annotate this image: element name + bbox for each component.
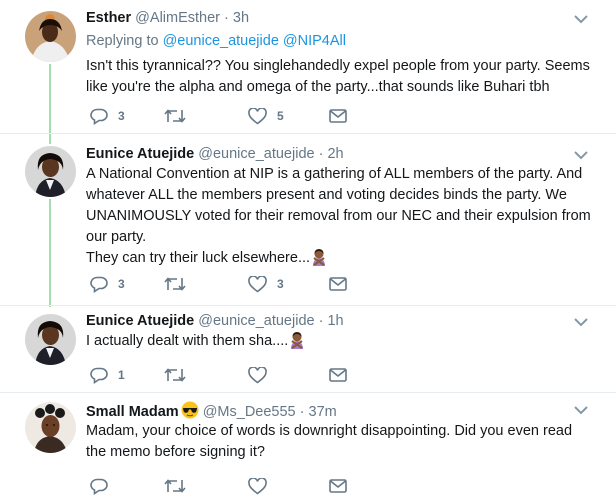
retweet-button[interactable] (164, 107, 196, 125)
chevron-down-icon[interactable] (574, 151, 588, 160)
message-icon (329, 277, 347, 291)
reply-icon (90, 478, 108, 495)
woman-gesturing-no-emoji (313, 249, 326, 266)
chevron-down-icon[interactable] (574, 15, 588, 24)
reply-count: 3 (118, 109, 125, 123)
like-count: 3 (277, 277, 284, 291)
reply-button[interactable]: 3 (90, 275, 125, 293)
retweet-button[interactable] (164, 366, 196, 384)
replying-to-users[interactable]: @eunice_atuejide @NIP4All (163, 33, 346, 49)
message-button[interactable] (329, 107, 347, 125)
retweet-button[interactable] (164, 275, 196, 293)
avatar[interactable] (25, 402, 76, 453)
like-button[interactable]: 3 (248, 275, 284, 293)
message-button[interactable] (329, 275, 347, 293)
reply-button[interactable] (90, 477, 118, 495)
chevron-down-icon[interactable] (574, 318, 588, 327)
like-button[interactable] (248, 366, 277, 384)
retweet-icon (164, 109, 186, 123)
separator-dot: · (318, 313, 324, 329)
message-icon (329, 368, 347, 382)
author-name[interactable]: Small Madam (86, 404, 179, 420)
timestamp[interactable]: 3h (233, 10, 249, 26)
sunglasses-emoji (181, 401, 199, 419)
reply-count: 1 (118, 368, 125, 382)
tweet-text: A National Convention at NIP is a gather… (86, 164, 591, 269)
separator-dot: · (299, 404, 305, 420)
author-handle[interactable]: @eunice_atuejide (198, 313, 314, 329)
reply-icon (90, 108, 108, 125)
tweet-text-line: A National Convention at NIP is a gather… (86, 166, 591, 245)
replying-to-label: Replying to (86, 33, 159, 49)
like-icon (248, 275, 267, 292)
like-icon (248, 366, 267, 383)
retweet-icon (164, 368, 186, 382)
retweet-button[interactable] (164, 477, 196, 495)
message-icon (329, 109, 347, 123)
tweet-eunice-2[interactable]: Eunice Atuejide @eunice_atuejide · 1h I … (0, 306, 616, 392)
message-button[interactable] (329, 366, 347, 384)
retweet-icon (164, 277, 186, 291)
woman-gesturing-no-emoji (291, 332, 304, 349)
reply-icon (90, 367, 108, 384)
separator-dot: · (318, 146, 324, 162)
avatar[interactable] (25, 314, 76, 365)
timestamp[interactable]: 37m (309, 404, 337, 420)
reply-count: 3 (118, 277, 125, 291)
reply-button[interactable]: 1 (90, 366, 125, 384)
tweet-text-line: They can try their luck elsewhere... (86, 250, 311, 266)
retweet-icon (164, 479, 186, 493)
tweet-text: Madam, your choice of words is downright… (86, 421, 591, 463)
tweet-text: I actually dealt with them sha.... (86, 331, 591, 352)
tweet-esther[interactable]: Esther @AlimEsther · 3h Replying to @eun… (0, 0, 616, 132)
reply-icon (90, 276, 108, 293)
avatar[interactable] (25, 11, 76, 62)
author-name[interactable]: Esther (86, 10, 131, 26)
author-name[interactable]: Eunice Atuejide (86, 146, 194, 162)
author-handle[interactable]: @AlimEsther (135, 10, 220, 26)
replying-to: Replying to @eunice_atuejide @NIP4All (86, 33, 346, 49)
timestamp[interactable]: 1h (327, 313, 343, 329)
like-icon (248, 107, 267, 124)
tweet-text-line: Isn't this tyrannical?? You singlehanded… (86, 58, 590, 95)
author-handle[interactable]: @eunice_atuejide (198, 146, 314, 162)
separator-dot: · (224, 10, 229, 26)
tweet-text-line: Madam, your choice of words is downright… (86, 423, 573, 460)
like-count: 5 (277, 109, 284, 123)
tweet-text: Isn't this tyrannical?? You singlehanded… (86, 56, 591, 98)
tweet-small-madam[interactable]: Small Madam @Ms_Dee555 · 37m Madam, your… (0, 393, 616, 498)
like-button[interactable]: 5 (248, 107, 284, 125)
avatar[interactable] (25, 146, 76, 197)
like-button[interactable] (248, 477, 277, 495)
message-icon (329, 479, 347, 493)
timestamp[interactable]: 2h (327, 146, 343, 162)
message-button[interactable] (329, 477, 347, 495)
author-handle[interactable]: @Ms_Dee555 (203, 404, 296, 420)
like-icon (248, 477, 267, 494)
reply-button[interactable]: 3 (90, 107, 125, 125)
author-name[interactable]: Eunice Atuejide (86, 313, 194, 329)
chevron-down-icon[interactable] (574, 406, 588, 415)
tweet-eunice-1[interactable]: Eunice Atuejide @eunice_atuejide · 2h A … (0, 134, 616, 304)
tweet-text-line: I actually dealt with them sha.... (86, 333, 289, 349)
